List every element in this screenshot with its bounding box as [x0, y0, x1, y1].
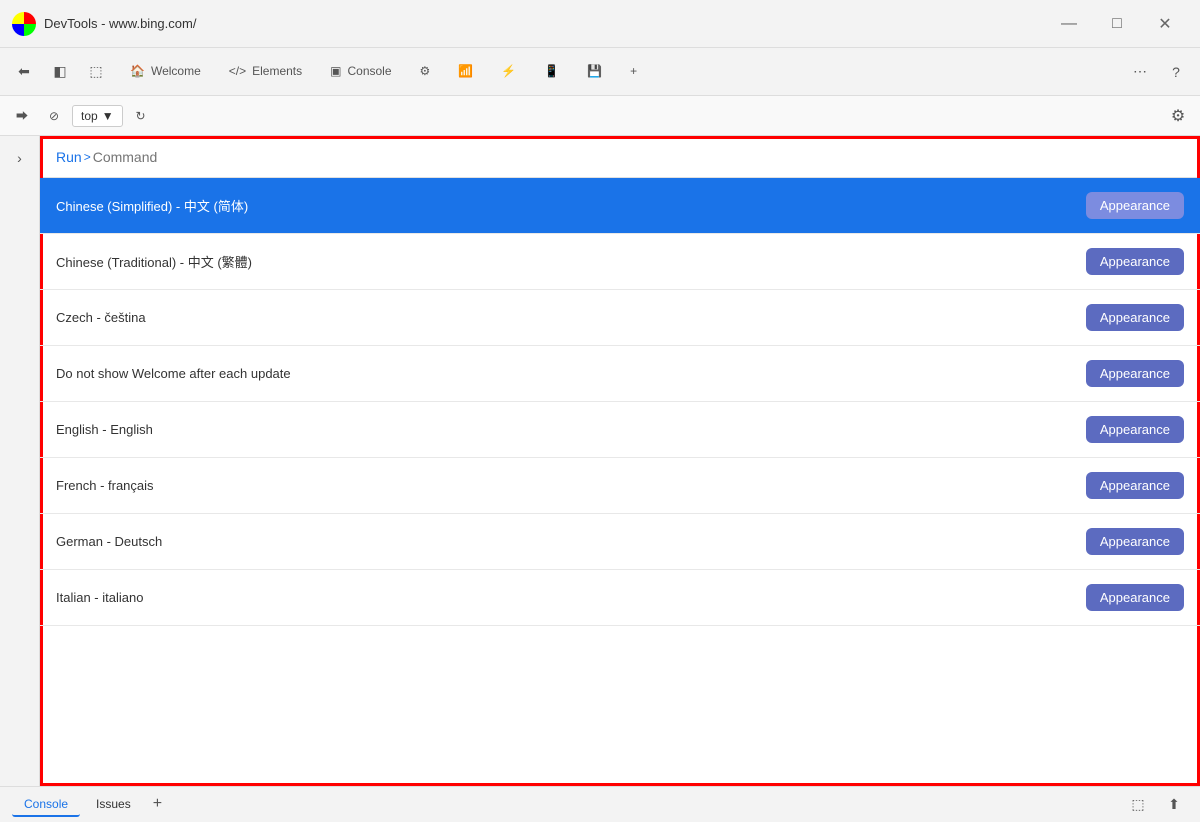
appearance-button[interactable]: Appearance [1086, 304, 1184, 331]
secondary-toolbar: ⮕ ⊘ top ▼ ↻ ⚙ [0, 96, 1200, 136]
run-label: Run [56, 149, 82, 165]
item-label: German - Deutsch [56, 534, 162, 549]
tab-performance[interactable]: ⚡ [487, 58, 530, 86]
expand-button[interactable]: › [6, 144, 34, 172]
tab-console[interactable]: ▣ Console [316, 58, 405, 86]
forward-button[interactable]: ⮕ [8, 102, 36, 130]
tab-memory[interactable]: 💾 [573, 58, 616, 86]
window-title: DevTools - www.bing.com/ [44, 16, 1038, 31]
bottom-right: ⬚ ⬆ [1124, 791, 1188, 819]
list-scroll[interactable]: Chinese (Simplified) - 中文 (简体) Appearanc… [40, 178, 1200, 786]
tabs: 🏠 Welcome </> Elements ▣ Console ⚙ 📶 ⚡ 📱… [116, 58, 1120, 86]
appearance-button[interactable]: Appearance [1086, 248, 1184, 275]
tab-application[interactable]: 📱 [530, 58, 573, 86]
bottom-add-tab[interactable]: + [147, 793, 168, 817]
bottom-action-2[interactable]: ⬆ [1160, 791, 1188, 819]
maximize-button[interactable]: □ [1094, 8, 1140, 40]
close-button[interactable]: ✕ [1142, 8, 1188, 40]
toolbar-right: ⋯ ? [1124, 56, 1192, 88]
tab-elements[interactable]: </> Elements [215, 58, 316, 86]
devtools-panel: Run > Chinese (Simplified) - 中文 (简体) App… [40, 136, 1200, 786]
back-button[interactable]: ⬅ [8, 56, 40, 88]
main-area: › Run > Chinese (Simplified) - 中文 (简体) A… [0, 136, 1200, 786]
appearance-button[interactable]: Appearance [1086, 472, 1184, 499]
more-options-button[interactable]: ⋯ [1124, 56, 1156, 88]
appearance-button[interactable]: Appearance [1086, 360, 1184, 387]
bottom-tab-issues[interactable]: Issues [84, 793, 143, 817]
minimize-button[interactable]: — [1046, 8, 1092, 40]
list-item[interactable]: Czech - čeština Appearance [40, 290, 1200, 346]
list-item[interactable]: English - English Appearance [40, 402, 1200, 458]
block-button[interactable]: ⊘ [40, 102, 68, 130]
item-label: Czech - čeština [56, 310, 146, 325]
appearance-button[interactable]: Appearance [1086, 192, 1184, 219]
help-button[interactable]: ? [1160, 56, 1192, 88]
bottom-tabs: Console Issues + [12, 793, 168, 817]
item-label: Chinese (Simplified) - 中文 (简体) [56, 196, 248, 215]
bottom-tab-console[interactable]: Console [12, 793, 80, 817]
refresh-button[interactable]: ↻ [127, 102, 155, 130]
chevron-icon: > [84, 150, 91, 164]
tab-bar: ⬅ ◧ ⬚ 🏠 Welcome </> Elements ▣ Console ⚙… [0, 48, 1200, 96]
appearance-button[interactable]: Appearance [1086, 416, 1184, 443]
list-item[interactable]: German - Deutsch Appearance [40, 514, 1200, 570]
inspect-button[interactable]: ⬚ [80, 56, 112, 88]
top-dropdown[interactable]: top ▼ [72, 105, 123, 127]
list-item[interactable]: Chinese (Traditional) - 中文 (繁體) Appearan… [40, 234, 1200, 290]
bottom-action-1[interactable]: ⬚ [1124, 791, 1152, 819]
item-label: Italian - italiano [56, 590, 143, 605]
bottom-bar: Console Issues + ⬚ ⬆ [0, 786, 1200, 822]
list-item[interactable]: Do not show Welcome after each update Ap… [40, 346, 1200, 402]
tab-sources[interactable]: ⚙ [406, 58, 445, 86]
tab-add[interactable]: + [616, 58, 651, 86]
sidebar: › [0, 136, 40, 786]
appearance-button[interactable]: Appearance [1086, 584, 1184, 611]
item-label: French - français [56, 478, 154, 493]
sidebar-toggle[interactable]: ◧ [44, 56, 76, 88]
command-bar: Run > [40, 136, 1200, 178]
tab-welcome[interactable]: 🏠 Welcome [116, 58, 215, 86]
item-label: Do not show Welcome after each update [56, 366, 291, 381]
settings-button[interactable]: ⚙ [1164, 102, 1192, 130]
list-item[interactable]: Italian - italiano Appearance [40, 570, 1200, 626]
appearance-button[interactable]: Appearance [1086, 528, 1184, 555]
tab-network[interactable]: 📶 [444, 58, 487, 86]
item-label: Chinese (Traditional) - 中文 (繁體) [56, 252, 252, 271]
list-item[interactable]: Chinese (Simplified) - 中文 (简体) Appearanc… [40, 178, 1200, 234]
list-container: Chinese (Simplified) - 中文 (简体) Appearanc… [40, 178, 1200, 786]
command-input[interactable] [93, 149, 1184, 165]
window-controls: — □ ✕ [1046, 8, 1188, 40]
item-label: English - English [56, 422, 153, 437]
title-bar: DevTools - www.bing.com/ — □ ✕ [0, 0, 1200, 48]
list-item[interactable]: French - français Appearance [40, 458, 1200, 514]
app-logo [12, 12, 36, 36]
